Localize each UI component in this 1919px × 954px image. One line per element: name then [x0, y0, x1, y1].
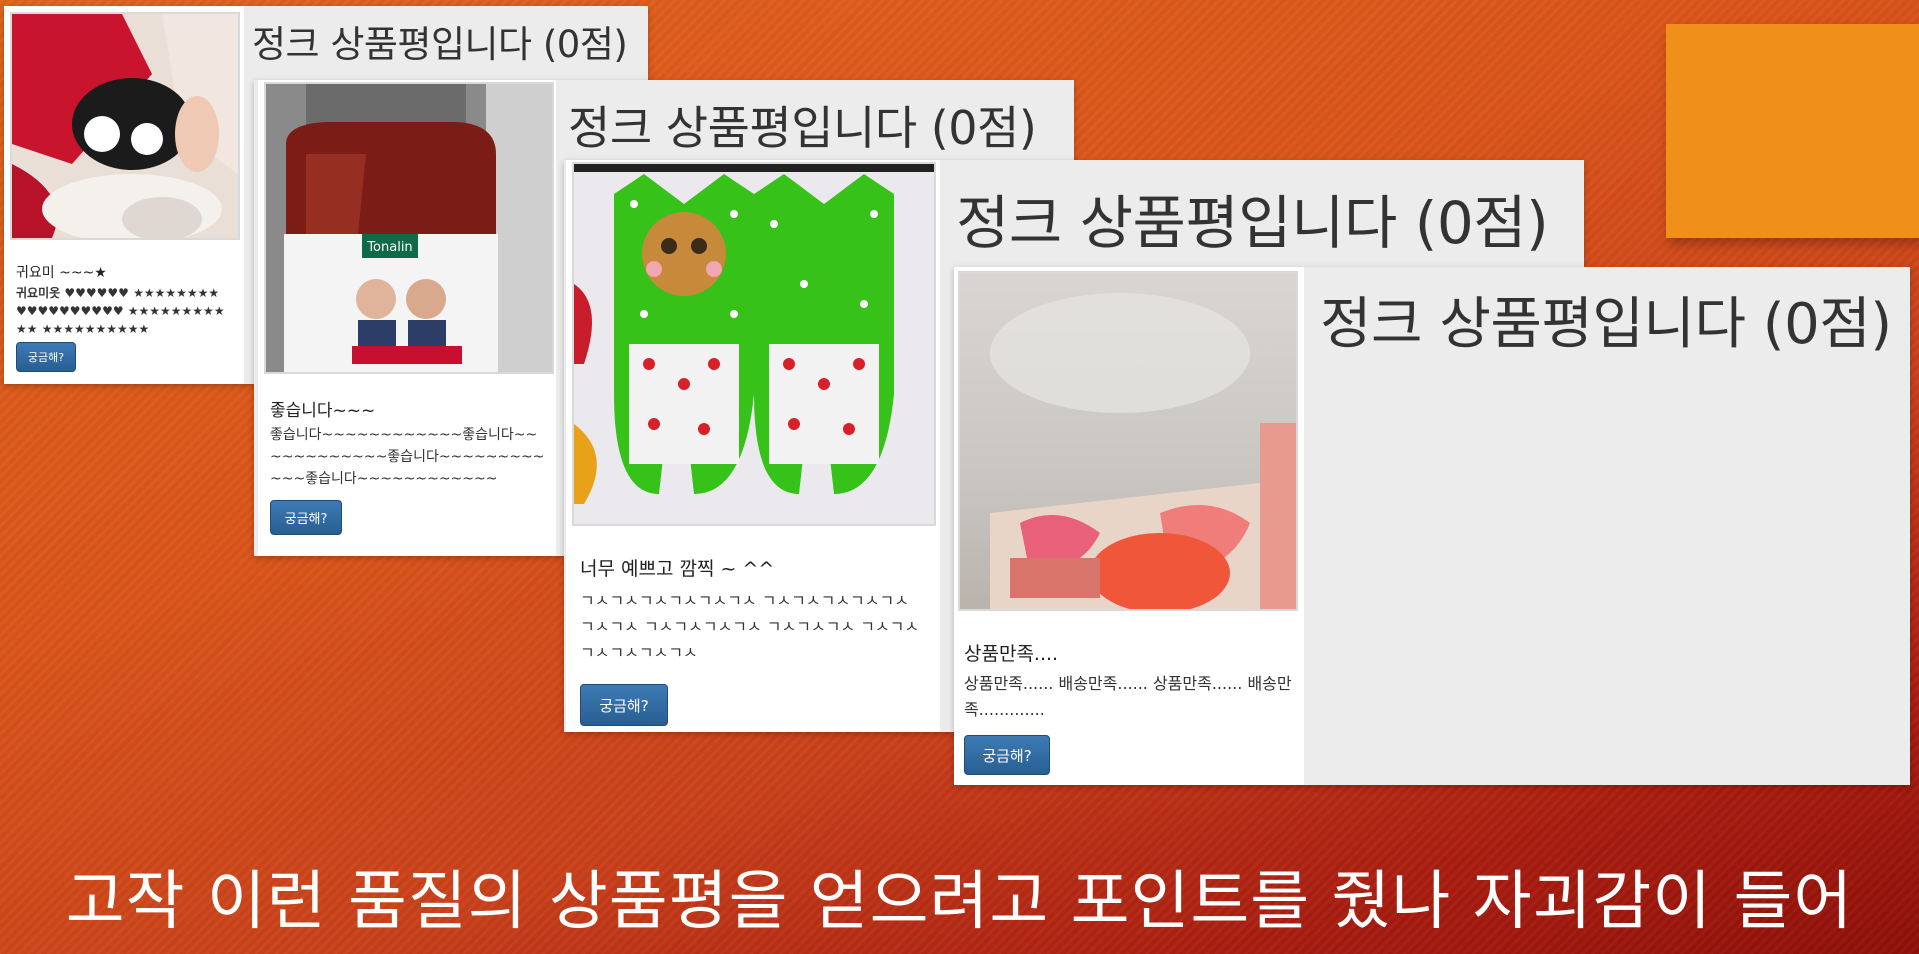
- bottle-label: Tonalin: [366, 240, 412, 255]
- screenshot-header: 정크 상품평입니다 (0점): [252, 23, 628, 66]
- curious-button[interactable]: 궁금해?: [964, 735, 1050, 775]
- lotion-bottle-photo: [958, 271, 1298, 611]
- review-title: 귀요미 ~~~★: [16, 265, 107, 281]
- review-card: Tonalin 좋습니다~~~ 좋습니다~~~~~~~~~~~~좋습니다~~~~…: [258, 80, 556, 556]
- screenshot-header: 정크 상품평입니다 (0점): [568, 101, 1037, 155]
- curious-button[interactable]: 궁금해?: [16, 342, 76, 372]
- supplement-photo: Tonalin: [264, 82, 554, 374]
- review-title: 상품만족....: [964, 643, 1059, 665]
- screenshot-header: 정크 상품평입니다 (0점): [1320, 292, 1892, 357]
- review-title: 너무 예쁘고 깜찍 ~ ^^: [580, 558, 775, 580]
- review-body: 상품만족...... 배송만족...... 상품만족...... 배송만족...…: [964, 674, 1292, 719]
- curious-button[interactable]: 궁금해?: [270, 500, 342, 535]
- review-title: 좋습니다~~~: [270, 401, 376, 421]
- review-card: 너무 예쁘고 깜찍 ~ ^^ ㄱㅅㄱㅅㄱㅅㄱㅅㄱㅅㄱㅅ ㄱㅅㄱㅅㄱㅅㄱㅅㄱㅅㄱㅅ…: [566, 160, 940, 732]
- cat-fabric-photo: [572, 162, 936, 526]
- review-screenshot-4: 정크 상품평입니다 (0점) 상품만족.... 상품만족...... 배송만족.…: [954, 267, 1910, 785]
- screenshot-header: 정크 상품평입니다 (0점): [956, 189, 1549, 257]
- review-body: 좋습니다~~~~~~~~~~~~좋습니다~~~~~~~~~~~~좋습니다~~~~…: [270, 427, 545, 487]
- accent-square: [1666, 24, 1919, 238]
- review-card: 상품만족.... 상품만족...... 배송만족...... 상품만족.....…: [954, 267, 1304, 785]
- review-card: 귀요미 ~~~★ 귀요미옷 ♥♥♥♥♥♥ ★★★★★★★★ ♥♥♥♥♥♥♥♥♥♥…: [4, 6, 244, 384]
- slide-caption: 고작 이런 품질의 상품평을 얻으려고 포인트를 줬나 자괴감이 들어: [65, 865, 1854, 939]
- review-body: ㄱㅅㄱㅅㄱㅅㄱㅅㄱㅅㄱㅅ ㄱㅅㄱㅅㄱㅅㄱㅅㄱㅅㄱㅅㄱㅅ ㄱㅅㄱㅅㄱㅅㄱㅅ ㄱㅅㄱ…: [580, 591, 920, 662]
- review-body: 귀요미옷 ♥♥♥♥♥♥ ★★★★★★★★ ♥♥♥♥♥♥♥♥♥♥ ★★★★★★★★…: [16, 286, 225, 336]
- baby-photo: [10, 12, 240, 240]
- curious-button[interactable]: 궁금해?: [580, 684, 668, 726]
